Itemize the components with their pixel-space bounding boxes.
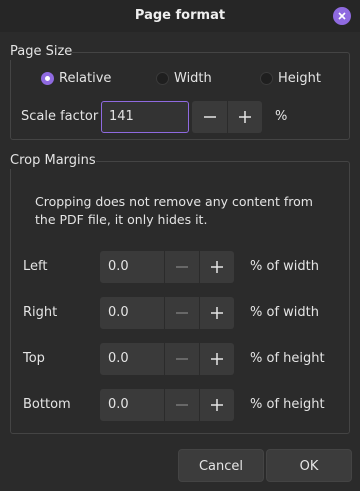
minus-icon	[176, 404, 188, 406]
title-bar: Page format	[0, 0, 360, 32]
right-increment-button[interactable]	[199, 297, 234, 329]
crop-note: Cropping does not remove any content fro…	[35, 194, 313, 227]
radio-relative-label: Relative	[59, 71, 112, 86]
minus-icon	[176, 358, 188, 360]
radio-relative[interactable]: Relative	[41, 71, 111, 86]
top-margin-label: Top	[23, 351, 45, 366]
page-size-title: Page Size	[10, 44, 73, 60]
plus-icon	[211, 399, 223, 411]
right-margin-label: Right	[23, 305, 58, 320]
window-title: Page format	[134, 8, 226, 23]
scale-decrement-button[interactable]	[192, 101, 227, 133]
scale-unit-label: %	[275, 109, 288, 124]
left-margin-unit: % of width	[250, 259, 319, 274]
right-margin-spinner: 0.0	[100, 297, 234, 329]
right-margin-input[interactable]: 0.0	[100, 297, 164, 329]
radio-relative-indicator	[41, 72, 54, 85]
bottom-decrement-button[interactable]	[164, 389, 199, 421]
top-decrement-button[interactable]	[164, 343, 199, 375]
left-decrement-button[interactable]	[164, 251, 199, 283]
radio-width[interactable]: Width	[156, 71, 212, 86]
minus-icon	[176, 312, 188, 314]
left-margin-input[interactable]: 0.0	[100, 251, 164, 283]
cancel-button[interactable]: Cancel	[178, 449, 264, 482]
bottom-margin-input[interactable]: 0.0	[100, 389, 164, 421]
top-margin-unit: % of height	[250, 351, 325, 366]
top-increment-button[interactable]	[199, 343, 234, 375]
scale-factor-input[interactable]: 141	[101, 101, 189, 133]
top-margin-spinner: 0.0	[100, 343, 234, 375]
close-button[interactable]	[333, 7, 351, 25]
radio-width-label: Width	[174, 71, 212, 86]
radio-height[interactable]: Height	[260, 71, 321, 86]
radio-height-label: Height	[278, 71, 321, 86]
bottom-margin-label: Bottom	[23, 397, 71, 412]
bottom-margin-spinner: 0.0	[100, 389, 234, 421]
crop-margins-title: Crop Margins	[10, 153, 96, 169]
minus-icon	[203, 116, 216, 118]
left-margin-label: Left	[23, 259, 48, 274]
scale-increment-button[interactable]	[227, 101, 262, 133]
plus-icon	[211, 353, 223, 365]
top-margin-input[interactable]: 0.0	[100, 343, 164, 375]
radio-width-indicator	[156, 72, 169, 85]
bottom-margin-unit: % of height	[250, 397, 325, 412]
left-increment-button[interactable]	[199, 251, 234, 283]
right-decrement-button[interactable]	[164, 297, 199, 329]
minus-icon	[176, 266, 188, 268]
plus-icon	[239, 111, 251, 123]
bottom-increment-button[interactable]	[199, 389, 234, 421]
scale-factor-label: Scale factor	[21, 109, 99, 124]
plus-icon	[211, 307, 223, 319]
radio-height-indicator	[260, 72, 273, 85]
scale-factor-spinner: 141	[101, 101, 262, 133]
ok-button[interactable]: OK	[266, 449, 352, 482]
left-margin-spinner: 0.0	[100, 251, 234, 283]
close-icon	[338, 12, 346, 20]
right-margin-unit: % of width	[250, 305, 319, 320]
plus-icon	[211, 261, 223, 273]
